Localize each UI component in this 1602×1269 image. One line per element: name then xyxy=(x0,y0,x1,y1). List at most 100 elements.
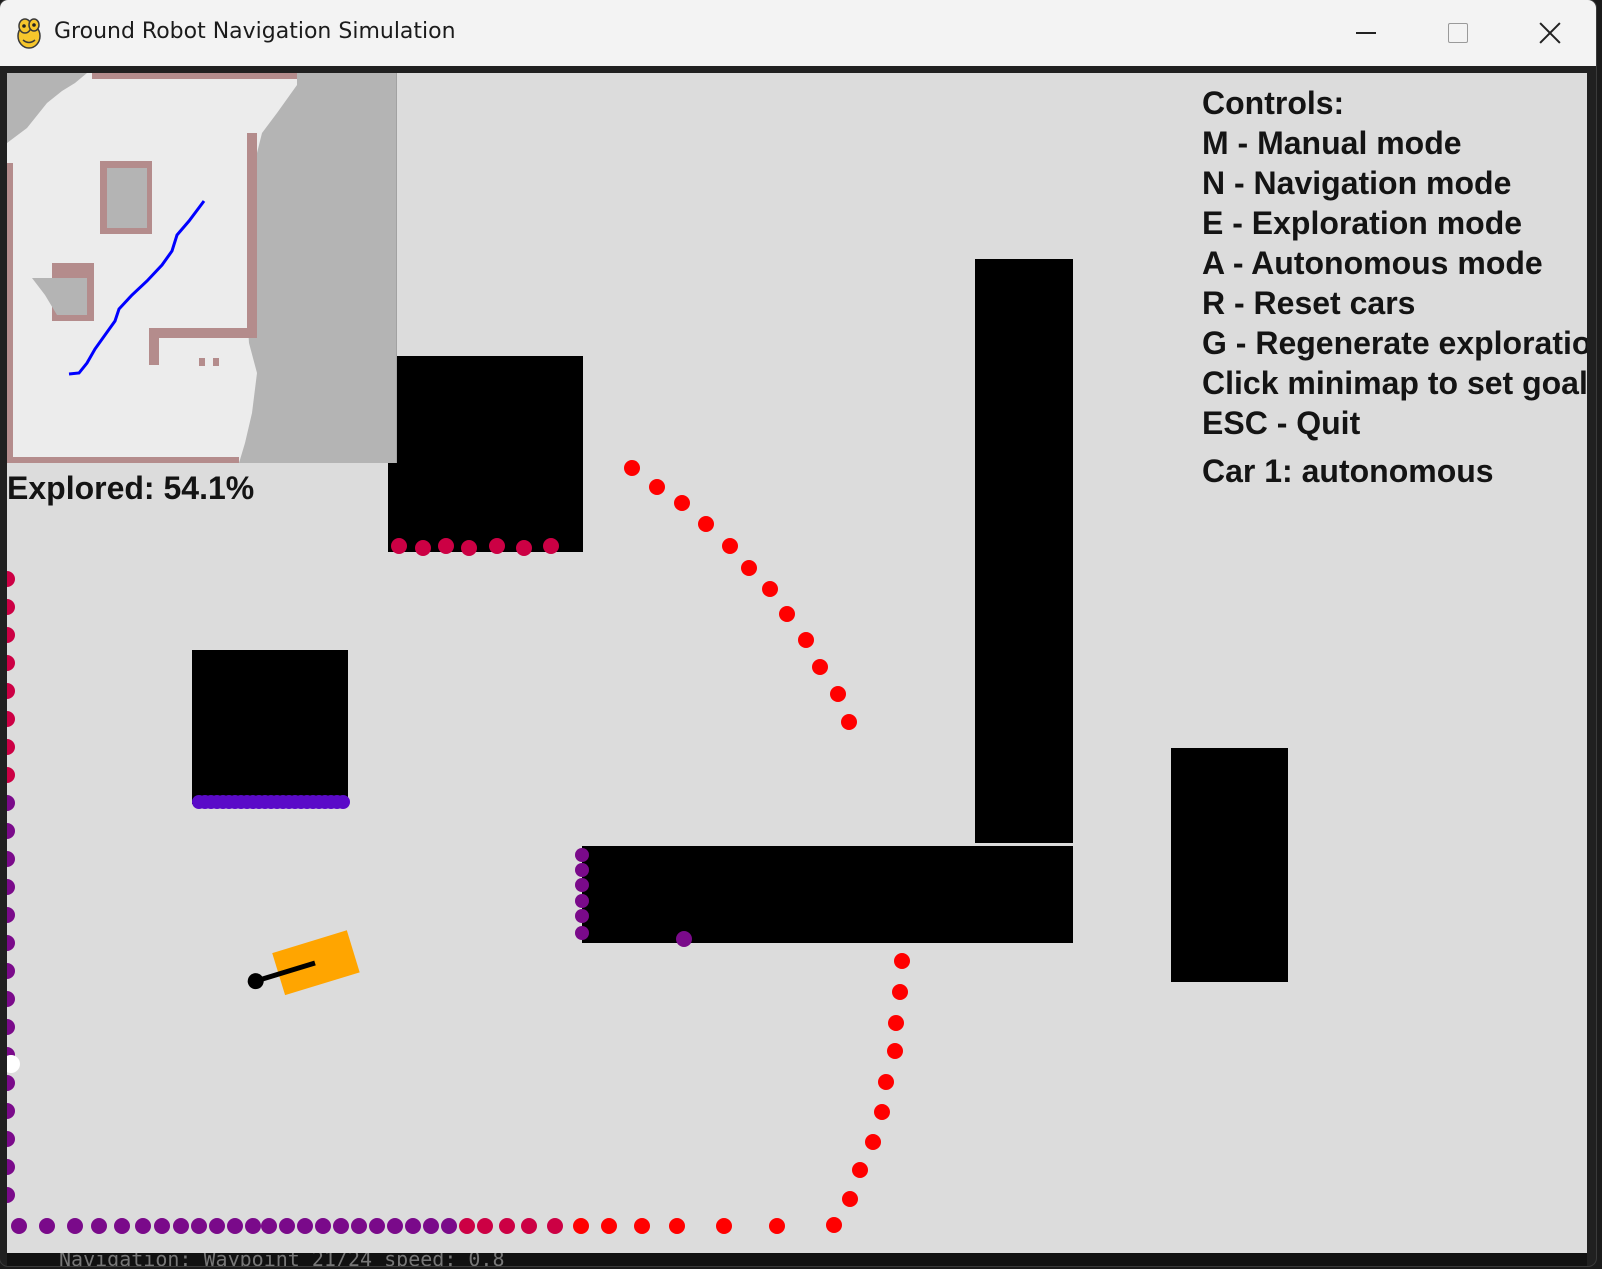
lidar-point xyxy=(7,767,15,783)
lidar-point xyxy=(391,538,407,554)
control-regenerate: G - Regenerate exploratio xyxy=(1202,325,1587,361)
obstacle-box-left xyxy=(192,650,348,804)
lidar-point xyxy=(669,1218,685,1234)
lidar-point xyxy=(762,581,778,597)
lidar-point xyxy=(369,1218,385,1234)
obstacle-l-horizontal xyxy=(582,846,1073,943)
lidar-point xyxy=(573,1218,589,1234)
obstacle-l-vertical xyxy=(975,259,1073,843)
car-status: Car 1: autonomous xyxy=(1202,453,1494,489)
goal-marker xyxy=(7,1055,20,1073)
lidar-point xyxy=(351,1218,367,1234)
lidar-point xyxy=(769,1218,785,1234)
lidar-point xyxy=(716,1218,732,1234)
lidar-point xyxy=(67,1218,83,1234)
lidar-point xyxy=(7,627,15,643)
lidar-point xyxy=(7,599,15,615)
lidar-point xyxy=(415,540,431,556)
lidar-point xyxy=(521,1218,537,1234)
lidar-point xyxy=(7,711,15,727)
lidar-point xyxy=(601,1218,617,1234)
lidar-point xyxy=(114,1218,130,1234)
close-icon xyxy=(1539,22,1561,44)
lidar-point xyxy=(245,1218,261,1234)
lidar-point xyxy=(575,863,589,877)
lidar-point xyxy=(39,1218,55,1234)
minimap[interactable] xyxy=(7,73,397,463)
lidar-point xyxy=(826,1217,842,1233)
lidar-point xyxy=(7,879,15,895)
lidar-point xyxy=(279,1218,295,1234)
lidar-point xyxy=(191,1218,207,1234)
maximize-button[interactable] xyxy=(1412,0,1504,66)
lidar-point xyxy=(674,495,690,511)
explored-percentage: Explored: 54.1% xyxy=(7,470,255,506)
lidar-point xyxy=(634,1218,650,1234)
lidar-point xyxy=(405,1218,421,1234)
lidar-point xyxy=(461,540,477,556)
lidar-point xyxy=(7,1103,15,1119)
lidar-point xyxy=(297,1218,313,1234)
close-button[interactable] xyxy=(1504,0,1596,66)
lidar-point xyxy=(830,686,846,702)
lidar-point xyxy=(438,538,454,554)
lidar-point xyxy=(499,1218,515,1234)
lidar-point xyxy=(154,1218,170,1234)
lidar-point xyxy=(575,909,589,923)
lidar-point xyxy=(888,1015,904,1031)
lidar-point xyxy=(7,963,15,979)
robot-car[interactable] xyxy=(242,930,360,1004)
lidar-point xyxy=(459,1218,475,1234)
lidar-point xyxy=(7,935,15,951)
lidar-point xyxy=(676,931,692,947)
lidar-point xyxy=(7,823,15,839)
title-bar[interactable]: Ground Robot Navigation Simulation xyxy=(0,0,1596,66)
lidar-point xyxy=(227,1218,243,1234)
obstacle-box-right xyxy=(1171,748,1288,982)
lidar-point xyxy=(387,1218,403,1234)
lidar-point xyxy=(209,1218,225,1234)
lidar-point xyxy=(7,1159,15,1175)
lidar-point xyxy=(516,540,532,556)
control-autonomous: A - Autonomous mode xyxy=(1202,245,1543,281)
control-navigation: N - Navigation mode xyxy=(1202,165,1512,201)
lidar-point xyxy=(575,894,589,908)
lidar-point xyxy=(7,851,15,867)
lidar-point xyxy=(7,991,15,1007)
lidar-point xyxy=(173,1218,189,1234)
lidar-point xyxy=(261,1218,277,1234)
lidar-point xyxy=(7,1187,15,1203)
lidar-point xyxy=(841,714,857,730)
lidar-point xyxy=(7,683,15,699)
lidar-point xyxy=(7,1075,15,1091)
lidar-point xyxy=(892,984,908,1000)
lidar-point xyxy=(842,1191,858,1207)
lidar-point xyxy=(489,538,505,554)
lidar-point xyxy=(575,848,589,862)
lidar-point xyxy=(543,538,559,554)
status-text: Navigation: Waypoint 21/24 speed: 0.8 xyxy=(59,1253,505,1266)
status-strip: Navigation: Waypoint 21/24 speed: 0.8 xyxy=(7,1253,1587,1266)
lidar-point xyxy=(649,479,665,495)
lidar-point xyxy=(91,1218,107,1234)
maximize-icon xyxy=(1448,23,1468,43)
lidar-point xyxy=(575,878,589,892)
lidar-point xyxy=(11,1218,27,1234)
minimize-button[interactable] xyxy=(1320,0,1412,66)
lidar-point xyxy=(477,1218,493,1234)
control-minimap-goal: Click minimap to set goal xyxy=(1202,365,1587,401)
lidar-point xyxy=(874,1104,890,1120)
lidar-point xyxy=(547,1218,563,1234)
lidar-point xyxy=(722,538,738,554)
controls-title: Controls: xyxy=(1202,85,1345,121)
lidar-point xyxy=(7,571,15,587)
lidar-point xyxy=(441,1218,457,1234)
lidar-point xyxy=(7,739,15,755)
lidar-point xyxy=(894,953,910,969)
simulation-canvas[interactable]: Explored: 54.1% Controls: M - Manual mod… xyxy=(7,73,1587,1253)
app-window: Ground Robot Navigation Simulation Explo… xyxy=(0,0,1596,1266)
lidar-point xyxy=(7,907,15,923)
pygame-snake-icon xyxy=(17,18,41,49)
lidar-point xyxy=(336,795,350,809)
lidar-point xyxy=(333,1218,349,1234)
